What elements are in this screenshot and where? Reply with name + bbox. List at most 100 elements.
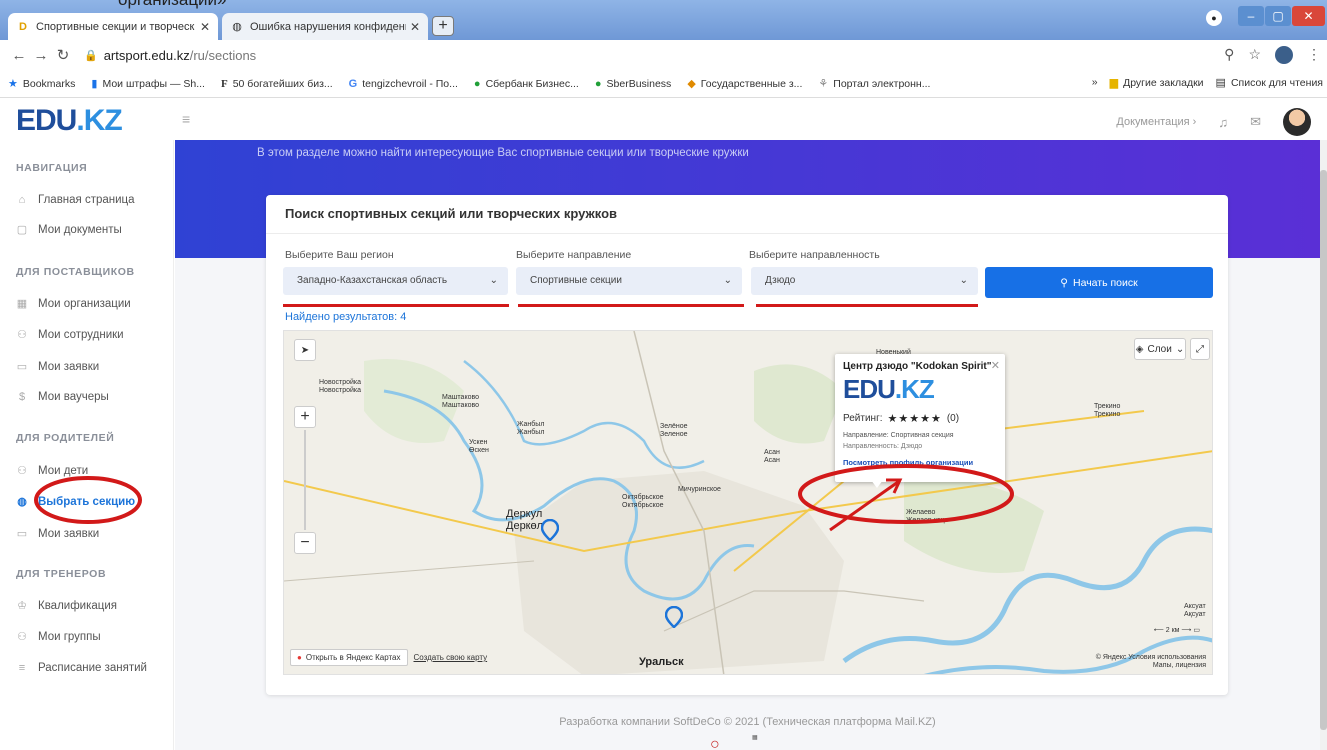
pin-icon: ● — [297, 653, 302, 662]
sidebar-item-requests[interactable]: ▭ Мои заявки — [16, 360, 99, 374]
map-label-uskhen: Ускен Өскен — [469, 439, 489, 454]
forbes-icon: F — [220, 77, 228, 90]
star-icon: ★ — [8, 78, 18, 90]
sidebar-item-documents[interactable]: ▢ Мои документы — [16, 223, 122, 237]
bookmark-page-icon: ▮ — [91, 78, 98, 90]
bookmark-item[interactable]: Gtengizchevroil - По... — [349, 78, 458, 90]
reload-icon[interactable]: ↻ — [52, 46, 74, 64]
close-window-button[interactable]: ✕ — [1292, 6, 1325, 26]
sidebar-item-organizations[interactable]: ▦ Мои организации — [16, 297, 131, 311]
star-icon[interactable]: ☆ — [1248, 46, 1261, 64]
map-scale: ⟵ 2 км ⟶ ▭ — [1153, 627, 1200, 634]
results-count: Найдено результатов: 4 — [285, 311, 407, 323]
tab-sections[interactable]: D Спортивные секции и творческ ✕ — [8, 13, 218, 40]
url-field[interactable]: 🔒 artsport.edu.kz /ru/sections — [84, 48, 256, 63]
list-icon: ≡ — [18, 662, 26, 674]
edu-kz-logo[interactable]: EDU.KZ — [16, 104, 123, 138]
view-profile-link[interactable]: Посмотреть профиль организации — [843, 458, 973, 467]
menu-icon[interactable]: ⋮ — [1307, 46, 1321, 64]
region-label: Выберите Ваш регион — [285, 249, 394, 261]
zoom-control: + − — [294, 406, 316, 556]
tab-privacy-error[interactable]: ◍ Ошибка нарушения конфиденц ✕ — [222, 13, 428, 40]
geolocation-button[interactable]: ➤ — [294, 339, 316, 361]
document-icon: ▢ — [16, 224, 28, 236]
close-tab-icon[interactable]: ✕ — [410, 20, 420, 34]
omnibar-actions: ⚲ ☆ ⋮ — [1224, 46, 1321, 64]
road — [284, 560, 535, 582]
sidebar-item-children[interactable]: ⚇ Мои дети — [16, 464, 88, 478]
mail-icon[interactable]: ✉ — [1250, 114, 1261, 130]
close-tab-icon[interactable]: ✕ — [200, 20, 210, 34]
lock-icon: 🔒 — [84, 49, 98, 62]
menu-toggle-icon[interactable]: ≡ — [182, 111, 190, 127]
map-label-zhanbyl: Жанбыл Жанбыл — [517, 421, 545, 436]
create-map-link[interactable]: Создать свою карту — [414, 653, 488, 662]
zoom-in-button[interactable]: + — [294, 406, 316, 428]
direction-select[interactable]: Спортивные секции ⌄ — [516, 267, 742, 295]
chevron-down-icon: ⌄ — [1175, 343, 1185, 355]
sidebar-item-my-requests[interactable]: ▭ Мои заявки — [16, 527, 99, 541]
qr-code-icon: ▦ — [752, 735, 758, 741]
popup-title: Центр дзюдо "Kodokan Spirit" — [843, 361, 992, 372]
popup-logo: EDU.KZ — [843, 374, 935, 404]
organization-popup: Центр дзюдо "Kodokan Spirit" ✕ EDU.KZ Ре… — [835, 354, 1005, 488]
globe-icon: ◍ — [232, 21, 242, 33]
reading-list-icon: ▤ — [1215, 77, 1226, 89]
bookmark-item[interactable]: ◆ Государственные з... — [687, 77, 802, 91]
sidebar-item-groups[interactable]: ⚇ Мои группы — [16, 630, 101, 644]
notification-bell-icon[interactable]: ♫ — [1218, 115, 1228, 130]
map-label-oktyabrskoe: Октябрьское Октябрьское — [622, 494, 664, 509]
map-label-aksuat: Аксуат Ақсуат — [1184, 603, 1206, 618]
map-label-zhelaevo: Желаево Желаев кеңе — [906, 509, 949, 524]
back-icon[interactable]: ← — [8, 47, 30, 64]
new-tab-button[interactable]: + — [432, 16, 454, 36]
close-icon[interactable]: ✕ — [991, 359, 1000, 372]
profile-dot-icon[interactable]: ● — [1206, 10, 1222, 26]
url-host: artsport.edu.kz — [103, 47, 190, 63]
scrollbar-thumb[interactable] — [1320, 170, 1327, 730]
map-marker[interactable] — [665, 606, 683, 628]
bookmark-item[interactable]: ● Сбербанк Бизнес... — [474, 78, 579, 90]
page-scrollbar[interactable] — [1320, 140, 1327, 750]
open-yandex-maps-button[interactable]: ● Открыть в Яндекс Картах — [290, 649, 408, 666]
building-icon: ▦ — [16, 298, 28, 310]
chevron-down-icon: ⌄ — [723, 275, 732, 286]
sidebar-item-qualification[interactable]: ♔ Квалификация — [16, 599, 117, 613]
sber-icon: ● — [594, 77, 602, 90]
minimize-button[interactable]: – — [1238, 6, 1264, 26]
zoom-out-button[interactable]: − — [294, 532, 316, 554]
bookmark-item[interactable]: ● SberBusiness — [595, 78, 671, 90]
forward-icon[interactable]: → — [30, 47, 52, 64]
bookmark-item[interactable]: ▮ Мои штрафы — Sh... — [91, 77, 205, 91]
more-bookmarks-icon[interactable]: » — [1092, 76, 1098, 89]
layers-button[interactable]: ◈ Слои ⌄ — [1134, 338, 1186, 360]
sidebar-item-home[interactable]: ⌂ Главная страница — [16, 194, 135, 206]
globe-icon: ◍ — [17, 496, 27, 508]
map-footer-left: ● Открыть в Яндекс Картах Создать свою ка… — [290, 649, 487, 666]
other-bookmarks[interactable]: ▆ Другие закладки — [1110, 76, 1204, 90]
app-header: EDU.KZ ≡ Документация › ♫ ✉ — [0, 98, 1327, 140]
sidebar-item-vouchers[interactable]: $ Мои ваучеры — [16, 391, 109, 403]
annotation-underline — [518, 304, 744, 307]
bookmark-item[interactable]: ⚘ Портал электронн... — [818, 77, 930, 91]
zoom-slider[interactable] — [304, 430, 306, 530]
google-icon: G — [348, 77, 358, 90]
user-avatar[interactable] — [1283, 108, 1311, 136]
bookmark-item[interactable]: F 50 богатейших биз... — [221, 78, 333, 90]
reading-list[interactable]: ▤ Список для чтения — [1215, 76, 1323, 90]
yandex-map[interactable]: Новостройка Новостройка Маштаково Маштаков… — [283, 330, 1213, 675]
profile-avatar[interactable] — [1275, 46, 1293, 64]
map-marker[interactable] — [541, 519, 559, 541]
sidebar-item-employees[interactable]: ⚇ Мои сотрудники — [16, 328, 124, 342]
start-search-button[interactable]: ⚲ Начать поиск — [985, 267, 1213, 298]
bookmark-item[interactable]: ★ Bookmarks — [8, 77, 75, 91]
circle-mark-icon: ○ — [710, 736, 720, 750]
focus-select[interactable]: Дзюдо ⌄ — [751, 267, 978, 295]
zoom-icon[interactable]: ⚲ — [1224, 46, 1234, 64]
sidebar-item-choose-section[interactable]: ◍ Выбрать секцию — [16, 495, 135, 509]
docs-link[interactable]: Документация › — [1116, 116, 1196, 128]
maximize-button[interactable]: ▢ — [1265, 6, 1291, 26]
sidebar-item-schedule[interactable]: ≡ Расписание занятий — [16, 662, 147, 674]
region-select[interactable]: Западно-Казахстанская область ⌄ — [283, 267, 508, 295]
fullscreen-button[interactable]: ⤢ — [1190, 338, 1210, 360]
